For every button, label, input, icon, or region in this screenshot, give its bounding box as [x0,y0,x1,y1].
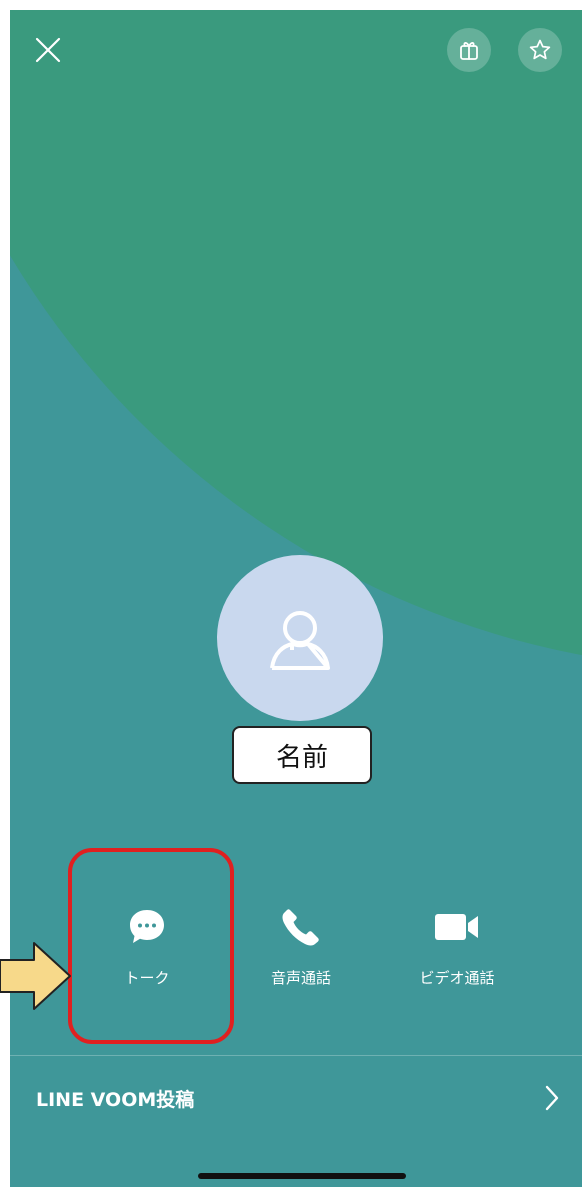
gift-icon [460,42,478,60]
highlight-box [68,848,234,1044]
avatar[interactable] [217,555,383,721]
line-voom-label: LINE VOOM投稿 [36,1088,195,1111]
chevron-right-icon [545,1085,559,1111]
profile-name: 名前 [232,726,372,784]
gift-button[interactable] [447,28,491,72]
phone-icon [282,909,319,946]
close-icon [35,37,61,63]
person-icon [270,611,330,670]
close-button[interactable] [28,30,68,70]
home-indicator[interactable] [198,1173,406,1179]
voice-call-label: 音声通話 [270,969,331,987]
profile-screen: 名前 トーク 音声通話 ビデオ通話 LINE VOOM投稿 [10,10,582,1187]
video-call-label: ビデオ通話 [419,969,495,987]
video-call-button[interactable]: ビデオ通話 [387,905,527,988]
favorite-button[interactable] [518,28,562,72]
voice-call-button[interactable]: 音声通話 [231,905,371,988]
star-icon [529,39,551,60]
line-voom-posts-row[interactable]: LINE VOOM投稿 [10,1056,582,1140]
pointer-arrow-icon [0,942,71,1010]
video-camera-icon [435,914,478,940]
